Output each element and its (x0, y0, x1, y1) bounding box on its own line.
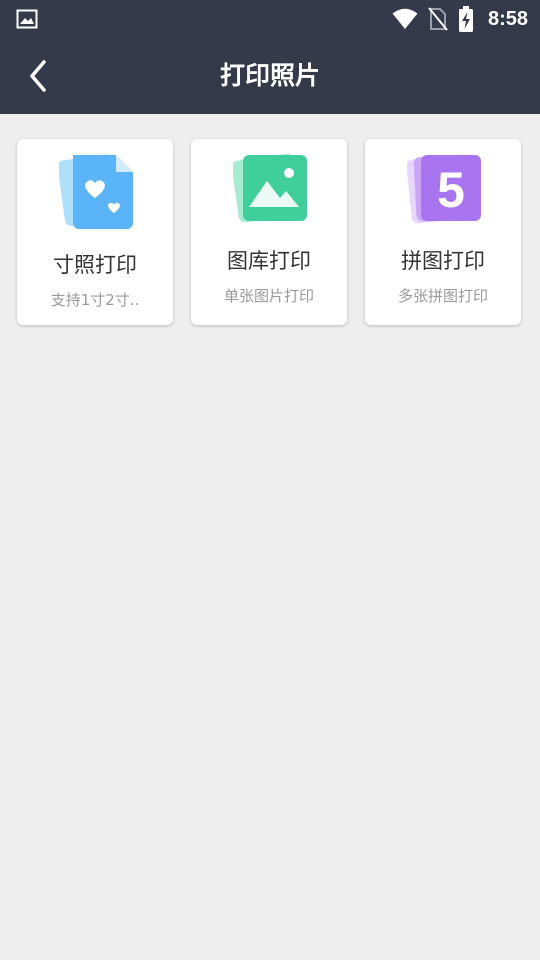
id-photo-print-card[interactable]: 寸照打印 支持1寸2寸.. (17, 139, 173, 325)
battery-charging-icon (458, 6, 473, 32)
card-subtitle: 多张拼图打印 (397, 287, 488, 305)
no-sim-icon (428, 7, 448, 31)
wifi-icon (392, 8, 418, 29)
card-label: 寸照打印 (53, 253, 137, 277)
app-bar: 打印照片 (0, 38, 540, 114)
gallery-print-card[interactable]: 图库打印 单张图片打印 (191, 139, 347, 325)
collage-glyph: 5 (437, 162, 465, 218)
status-time: 8:58 (487, 7, 528, 30)
image-notification-icon (16, 9, 38, 29)
back-button[interactable] (18, 54, 62, 98)
collage-print-card[interactable]: 5 拼图打印 多张拼图打印 (365, 139, 521, 325)
gallery-icon (233, 153, 307, 223)
card-subtitle: 单张图片打印 (223, 287, 314, 305)
chevron-left-icon (30, 60, 46, 92)
status-bar: 8:58 (0, 0, 540, 38)
id-photo-icon (59, 154, 133, 229)
page-title: 打印照片 (219, 61, 320, 90)
card-label: 图库打印 (227, 249, 311, 273)
collage-icon: 5 (407, 154, 481, 224)
card-subtitle: 支持1寸2寸.. (50, 291, 140, 309)
card-label: 拼图打印 (401, 249, 485, 273)
status-icons: 8:58 (392, 6, 528, 32)
